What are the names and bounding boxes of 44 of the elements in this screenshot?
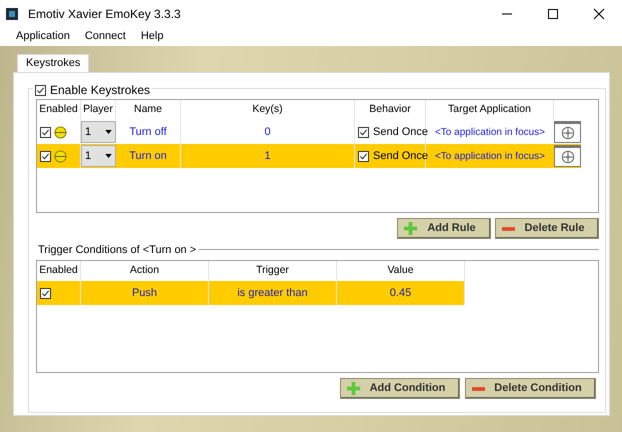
delete-button[interactable]: Delete Condition: [465, 378, 596, 399]
dropdown[interactable]: 1: [81, 121, 116, 143]
section-title: Trigger Conditions of <Turn on >: [38, 242, 200, 258]
table-cell-text: <To application in focus>: [434, 126, 546, 140]
dropdown-value: 1: [85, 124, 92, 140]
ball-icon: [54, 150, 67, 162]
crosshair-icon: [560, 126, 574, 140]
menu-item[interactable]: Help: [140, 28, 164, 44]
minus-icon: [502, 226, 515, 230]
checkbox-label: Enable Keystrokes: [50, 82, 150, 99]
dropdown[interactable]: 1: [81, 145, 116, 167]
menu-item[interactable]: Application: [16, 28, 70, 44]
caret-icon: [105, 154, 112, 158]
browse-button[interactable]: [554, 145, 581, 167]
checkbox[interactable]: [35, 84, 46, 96]
checkbox-label: Send Once: [373, 124, 428, 140]
crosshair-icon: [560, 150, 574, 164]
table-cell: 0.45: [337, 281, 465, 305]
tab[interactable]: Keystrokes: [17, 54, 90, 72]
delete-button[interactable]: Delete Rule: [495, 218, 599, 239]
checkbox[interactable]: [358, 150, 369, 162]
dropdown-value: 1: [85, 148, 92, 164]
checkbox[interactable]: [358, 126, 369, 138]
add-button[interactable]: Add Rule: [397, 218, 491, 239]
table-cell-text: <To application in focus>: [434, 150, 546, 164]
ball-icon: [54, 126, 67, 138]
table-row[interactable]: 1 Turn off 0 Send Once <To application in focus>: [37, 120, 581, 144]
add-button[interactable]: Add Condition: [340, 378, 460, 399]
menu-item[interactable]: Connect: [84, 28, 126, 44]
minus-icon: [472, 386, 485, 390]
window-title: Emotiv Xavier EmoKey 3.3.3: [28, 6, 181, 23]
plus-icon: [404, 222, 417, 235]
table-cell: Push: [81, 281, 209, 305]
caret-icon: [105, 130, 112, 134]
checkbox[interactable]: [40, 288, 51, 298]
table-cell: 1: [181, 144, 355, 168]
table-cell: Turn on: [116, 144, 181, 168]
checkbox[interactable]: [40, 126, 51, 138]
plus-icon: [347, 382, 360, 395]
browse-button[interactable]: [554, 121, 581, 143]
table-cell: is greater than: [209, 281, 337, 305]
checkbox[interactable]: [40, 150, 51, 162]
app-icon: [6, 8, 18, 20]
table-row[interactable]: Push is greater than 0.45: [37, 281, 465, 305]
